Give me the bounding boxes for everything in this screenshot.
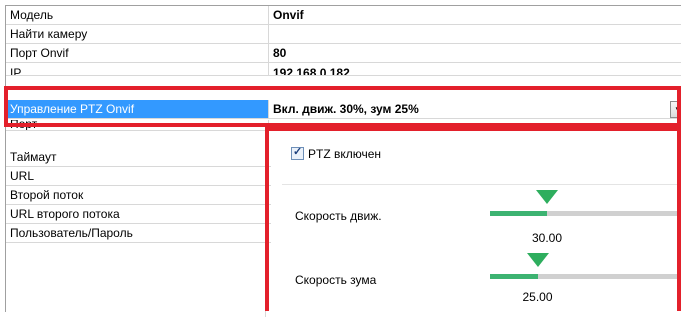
property-value[interactable]	[268, 25, 681, 43]
property-name: Порт Onvif	[6, 44, 269, 62]
property-name: URL	[6, 167, 269, 185]
property-value[interactable]: Onvif	[268, 6, 681, 24]
property-name: Модель	[6, 6, 269, 24]
property-name: URL второго потока	[6, 205, 269, 223]
property-row-find-camera[interactable]: Найти камеру	[6, 25, 681, 44]
property-name: Пользователь/Пароль	[6, 224, 269, 242]
highlight-frame-row	[4, 86, 681, 127]
property-value[interactable]: 80	[268, 44, 681, 62]
property-name: Таймаут	[6, 148, 269, 166]
property-name: Второй поток	[6, 186, 269, 204]
property-row-ip[interactable]: IP 192.168.0.182	[6, 63, 681, 76]
property-row-onvif-port[interactable]: Порт Onvif 80	[6, 44, 681, 63]
grid-empty-area	[6, 245, 266, 317]
property-name: Найти камеру	[6, 25, 269, 43]
property-row-model[interactable]: Модель Onvif	[6, 6, 681, 25]
highlight-frame-panel	[265, 127, 681, 311]
property-value[interactable]: 192.168.0.182	[268, 63, 681, 75]
property-name: IP	[6, 63, 269, 75]
